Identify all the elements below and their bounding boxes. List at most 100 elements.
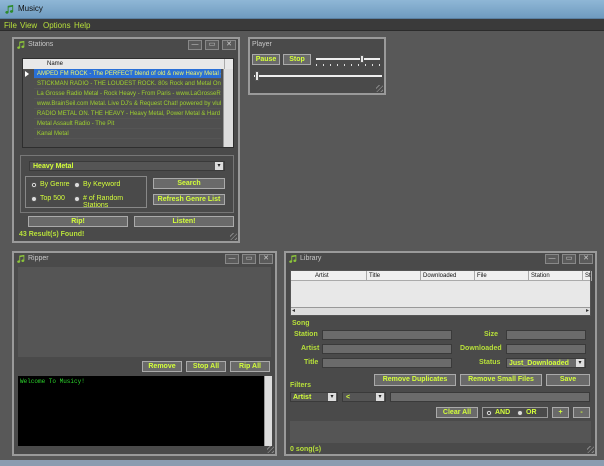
- ripper-window: Ripper — ▭ ✕ Remove Stop All Rip All Wel…: [12, 251, 277, 456]
- volume-thumb[interactable]: [360, 55, 364, 63]
- search-button[interactable]: Search: [153, 178, 225, 189]
- station-row[interactable]: www.BrainSeil.com Metal. Live DJ's & Req…: [34, 99, 221, 109]
- seek-track: [254, 75, 382, 77]
- radio-by-genre[interactable]: [31, 182, 37, 188]
- station-row[interactable]: Kanal Metal: [34, 129, 221, 139]
- close-button[interactable]: ✕: [222, 40, 236, 50]
- station-field[interactable]: [322, 330, 452, 340]
- pause-button[interactable]: Pause: [252, 54, 280, 65]
- window-titlebar: Musicy: [0, 0, 604, 19]
- station-row[interactable]: AMPED FM ROCK - The PERFECT blend of old…: [34, 69, 221, 79]
- library-titlebar: Library — ▭ ✕: [286, 253, 595, 265]
- resize-grip[interactable]: [230, 233, 237, 240]
- stations-scrollbar[interactable]: [223, 69, 233, 147]
- ripper-title: Ripper: [28, 255, 49, 262]
- menu-options[interactable]: Options: [43, 21, 71, 30]
- column-status[interactable]: St: [583, 271, 592, 281]
- chevron-right-icon[interactable]: ▸: [586, 307, 589, 314]
- resize-grip[interactable]: [376, 85, 383, 92]
- ripper-titlebar: Ripper — ▭ ✕: [14, 253, 275, 265]
- station-label: Station: [294, 331, 318, 338]
- restore-button[interactable]: ▭: [242, 254, 256, 264]
- station-row[interactable]: RADIO METAL ON. THE HEAVY - Heavy Metal,…: [34, 109, 221, 119]
- minimize-button[interactable]: —: [225, 254, 239, 264]
- menu-view[interactable]: View: [20, 21, 37, 30]
- library-header: Artist Title Downloaded File Station St: [291, 271, 592, 281]
- artist-label: Artist: [301, 345, 320, 352]
- music-note-icon: [17, 254, 25, 263]
- save-button[interactable]: Save: [546, 374, 590, 386]
- listen-button[interactable]: Listen!: [134, 216, 234, 227]
- artist-field[interactable]: [322, 344, 452, 354]
- filter-op-value: <: [346, 394, 351, 401]
- restore-button[interactable]: ▭: [205, 40, 219, 50]
- seek-slider[interactable]: [254, 71, 382, 83]
- stop-button[interactable]: Stop: [283, 54, 311, 65]
- rip-button[interactable]: Rip!: [28, 216, 128, 227]
- refresh-genre-button[interactable]: Refresh Genre List: [153, 194, 225, 205]
- status-select[interactable]: Just_Downloaded ▾: [506, 358, 586, 368]
- label-and: AND: [495, 409, 511, 416]
- radio-by-keyword[interactable]: [74, 182, 80, 188]
- downloaded-label: Downloaded: [460, 345, 502, 352]
- row-pointer-icon: [25, 71, 29, 77]
- title-field[interactable]: [322, 358, 452, 368]
- column-station[interactable]: Station: [529, 271, 583, 281]
- remove-button[interactable]: Remove: [142, 361, 182, 372]
- column-file[interactable]: File: [475, 271, 529, 281]
- music-note-icon: [17, 40, 25, 49]
- genre-select[interactable]: Heavy Metal ▾: [29, 161, 225, 171]
- app-title: Musicy: [18, 4, 43, 13]
- minimize-button[interactable]: —: [188, 40, 202, 50]
- station-row[interactable]: La Grosse Radio Metal - Rock Heavy - Fro…: [34, 89, 221, 99]
- radio-and[interactable]: [486, 410, 492, 416]
- seek-thumb[interactable]: [255, 71, 259, 81]
- column-title[interactable]: Title: [367, 271, 421, 281]
- ripper-console: Welcome To Musicy!: [18, 376, 264, 446]
- station-row[interactable]: Metal Assault Radio - The Pit: [34, 119, 221, 129]
- clear-all-button[interactable]: Clear All: [436, 407, 478, 418]
- column-artist[interactable]: Artist: [313, 271, 367, 281]
- library-hscrollbar[interactable]: ◂ ▸: [291, 307, 590, 315]
- remove-duplicates-button[interactable]: Remove Duplicates: [374, 374, 456, 386]
- stations-list: Name AMPED FM ROCK - The PERFECT blend o…: [22, 58, 234, 148]
- menu-file[interactable]: File: [4, 21, 17, 30]
- label-or: OR: [526, 409, 537, 416]
- logic-group: AND OR: [482, 407, 548, 418]
- stop-all-button[interactable]: Stop All: [186, 361, 226, 372]
- restore-button[interactable]: ▭: [562, 254, 576, 264]
- genre-value: Heavy Metal: [33, 163, 74, 170]
- song-section-label: Song: [292, 320, 310, 327]
- console-scrollbar[interactable]: [264, 376, 272, 446]
- close-button[interactable]: ✕: [259, 254, 273, 264]
- music-note-icon: [5, 4, 14, 14]
- rip-all-button[interactable]: Rip All: [230, 361, 270, 372]
- remove-filter-button[interactable]: -: [573, 407, 590, 418]
- ripper-queue: [18, 267, 271, 357]
- add-filter-button[interactable]: +: [552, 407, 569, 418]
- volume-slider[interactable]: [316, 55, 380, 67]
- chevron-left-icon[interactable]: ◂: [292, 307, 295, 314]
- close-button[interactable]: ✕: [579, 254, 593, 264]
- filter-field-select[interactable]: Artist ▾: [290, 392, 338, 402]
- radio-random-stations[interactable]: [74, 196, 80, 202]
- station-row[interactable]: STICKMAN RADIO - THE LOUDEST ROCK. 80s R…: [34, 79, 221, 89]
- chevron-down-icon: ▾: [376, 393, 384, 401]
- minimize-button[interactable]: —: [545, 254, 559, 264]
- stations-window: Stations — ▭ ✕ Name AMPED FM ROCK - The …: [12, 37, 240, 243]
- downloaded-field[interactable]: [506, 344, 586, 354]
- resize-grip[interactable]: [587, 446, 594, 453]
- radio-top-500[interactable]: [31, 196, 37, 202]
- column-name[interactable]: Name: [45, 59, 225, 69]
- filter-value-field[interactable]: [390, 392, 590, 402]
- remove-small-files-button[interactable]: Remove Small Files: [460, 374, 542, 386]
- label-by-genre: By Genre: [40, 181, 70, 188]
- size-field[interactable]: [506, 330, 586, 340]
- column-downloaded[interactable]: Downloaded: [421, 271, 475, 281]
- filters-label: Filters: [290, 382, 312, 389]
- filter-op-select[interactable]: < ▾: [342, 392, 386, 402]
- resize-grip[interactable]: [267, 446, 274, 453]
- menu-help[interactable]: Help: [74, 21, 90, 30]
- status-value: Just_Downloaded: [509, 360, 569, 367]
- radio-or[interactable]: [517, 410, 523, 416]
